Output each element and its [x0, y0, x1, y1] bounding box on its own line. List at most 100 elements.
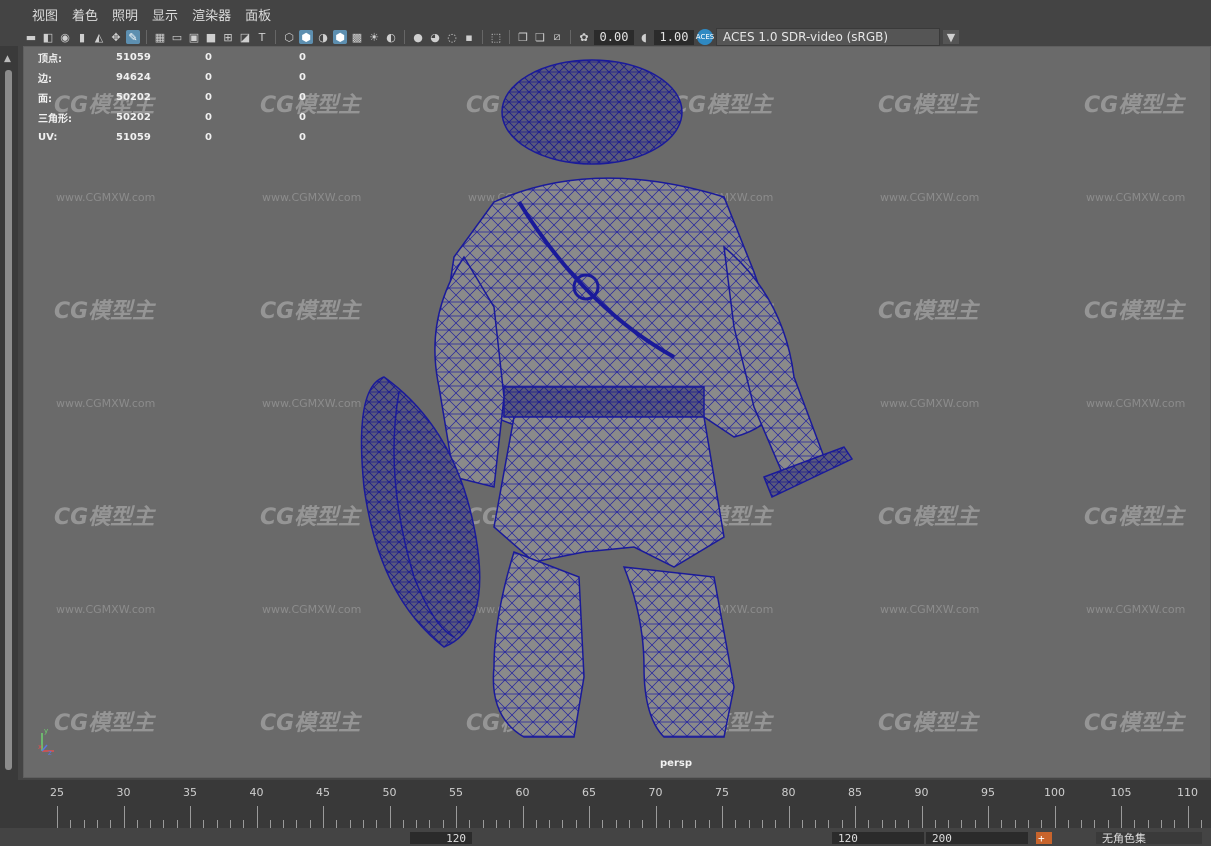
gate-mask-icon[interactable]: ■ [204, 30, 218, 44]
smooth-shade-icon[interactable]: ⬢ [299, 30, 313, 44]
timeline-tick-mark [349, 820, 351, 828]
timeline-tick-mark [57, 806, 58, 828]
hud-value: 50202 [116, 91, 151, 103]
timeline-tick-mark [402, 820, 404, 828]
shadows-icon[interactable]: ◐ [384, 30, 398, 44]
timeline-tick-mark [269, 820, 271, 828]
add-key-icon[interactable]: + [1036, 832, 1052, 845]
timeline-tick-mark [655, 806, 657, 828]
2d-pan-zoom-icon[interactable]: ✥ [109, 30, 123, 44]
menu-renderer[interactable]: 渲染器 [185, 5, 238, 24]
toolbar-divider [509, 30, 510, 44]
watermark-url: www.CGMXW.com [1086, 397, 1186, 410]
timeline-tick-mark [309, 820, 311, 828]
scroll-up-arrow-icon[interactable]: ▲ [4, 54, 11, 64]
gamma-field[interactable]: 1.00 [654, 29, 694, 45]
use-all-lights-icon[interactable]: ☀ [367, 30, 381, 44]
safe-action-icon[interactable]: ◪ [238, 30, 252, 44]
hud-value: 51059 [116, 131, 151, 143]
watermark-logo: CG模型主 [878, 93, 979, 118]
bookmark-icon[interactable]: ▮ [75, 30, 89, 44]
camera-attributes-icon[interactable]: ◧ [41, 30, 55, 44]
timeline-tick-mark [1147, 820, 1149, 828]
grease-pencil-icon[interactable]: ✎ [126, 30, 140, 44]
menu-panels[interactable]: 面板 [238, 5, 278, 24]
axis-y-label: y [44, 727, 48, 735]
timeline-tick-mark [229, 820, 231, 828]
axis-z-label: z [48, 749, 52, 755]
film-gate-icon[interactable]: ▭ [170, 30, 184, 44]
timeline-tick-mark [136, 820, 138, 828]
exposure-field[interactable]: 0.00 [594, 29, 634, 45]
timeline-tick-mark [509, 820, 511, 828]
hud-value: 0 [299, 71, 306, 83]
timeline-tick-mark [1121, 806, 1122, 828]
timeline-tick-mark [283, 820, 285, 828]
timeline-tick-mark [1200, 820, 1202, 828]
gamma-icon[interactable]: ◖ [637, 30, 651, 44]
image-plane-icon[interactable]: ◭ [92, 30, 106, 44]
lock-camera-icon[interactable]: ◉ [58, 30, 72, 44]
wireframe-on-shaded-icon[interactable]: ⬢ [333, 30, 347, 44]
antialias-icon[interactable]: ◌ [445, 30, 459, 44]
perspective-viewport[interactable]: CG模型主 www.CGMXW.com CG模型主 www.CGMXW.com CG模型… [23, 46, 1211, 778]
toolbar-divider [275, 30, 276, 44]
hud-value: 94624 [116, 71, 151, 83]
timeline-tick-mark [788, 806, 790, 828]
color-space-dropdown[interactable]: ACES 1.0 SDR-video (sRGB) [716, 28, 940, 46]
timeline-tick-label: 50 [382, 786, 397, 799]
menu-shading[interactable]: 着色 [65, 5, 105, 24]
menu-show[interactable]: 显示 [145, 5, 185, 24]
left-scrollbar[interactable]: ▲ ▼ [0, 46, 18, 800]
timeline-tick-mark [974, 820, 976, 828]
timeline-tick-mark [775, 820, 777, 828]
timeline-tick-mark [176, 820, 178, 828]
isolate-select-icon[interactable]: ⬚ [489, 30, 503, 44]
watermark-logo: CG模型主 [1084, 93, 1185, 118]
watermark-logo: CG模型主 [54, 711, 155, 736]
toolbar-divider [482, 30, 483, 44]
motion-blur-icon[interactable]: ◕ [428, 30, 442, 44]
character-set-dropdown[interactable]: 无角色集 [1096, 832, 1202, 845]
backface-icon[interactable]: ⧄ [550, 30, 564, 44]
range-end-value: 120 [446, 831, 466, 845]
xray-active-icon[interactable]: ❏ [533, 30, 547, 44]
timeline-tick-mark [735, 820, 737, 828]
safe-title-icon[interactable]: T [255, 30, 269, 44]
xray-icon[interactable]: ▪ [462, 30, 476, 44]
exposure-icon[interactable]: ✿ [577, 30, 591, 44]
timeline-tick-mark [203, 820, 205, 828]
hud-value: 0 [205, 71, 212, 83]
timeline-tick-mark [1134, 820, 1136, 828]
timeline-tick-mark [522, 806, 524, 828]
color-management-icon[interactable]: ACES [696, 29, 714, 45]
field-chart-icon[interactable]: ⊞ [221, 30, 235, 44]
viewport-toolbar: ▬ ◧ ◉ ▮ ◭ ✥ ✎ ▦ ▭ ▣ ■ ⊞ ◪ T ⬡ ⬢ ◑ ⬢ ▩ ☀ … [24, 28, 1211, 46]
timeline-tick-mark [934, 820, 936, 828]
default-material-icon[interactable]: ◑ [316, 30, 330, 44]
axis-gizmo: y x z [38, 727, 54, 755]
timeline-tick-mark [881, 820, 883, 828]
timeline-tick-mark [1001, 820, 1003, 828]
character-wireframe-model[interactable] [344, 57, 864, 747]
menu-lighting[interactable]: 照明 [105, 5, 145, 24]
ambient-occlusion-icon[interactable]: ● [411, 30, 425, 44]
timeline-tick-mark [190, 806, 191, 828]
playback-end-field[interactable]: 200 [926, 832, 1028, 845]
textured-icon[interactable]: ▩ [350, 30, 364, 44]
resolution-gate-icon[interactable]: ▣ [187, 30, 201, 44]
xray-joints-icon[interactable]: ❐ [516, 30, 530, 44]
playback-start-field[interactable]: 120 [832, 832, 924, 845]
scrollbar-thumb[interactable] [5, 70, 12, 770]
chevron-down-icon[interactable]: ▼ [943, 30, 959, 44]
wireframe-icon[interactable]: ⬡ [282, 30, 296, 44]
hud-value: 0 [205, 51, 212, 63]
menu-view[interactable]: 视图 [25, 5, 65, 24]
select-camera-icon[interactable]: ▬ [24, 30, 38, 44]
timeline-tick-mark [908, 820, 910, 828]
range-end-field[interactable]: 120 [410, 831, 472, 845]
timeline-tick-mark [243, 820, 245, 828]
timeline-tick-mark [948, 820, 950, 828]
time-slider[interactable]: 25 30 35 40 45 50 55 60 65 70 75 80 85 90 95 100 105 110 [0, 780, 1211, 828]
grid-icon[interactable]: ▦ [153, 30, 167, 44]
